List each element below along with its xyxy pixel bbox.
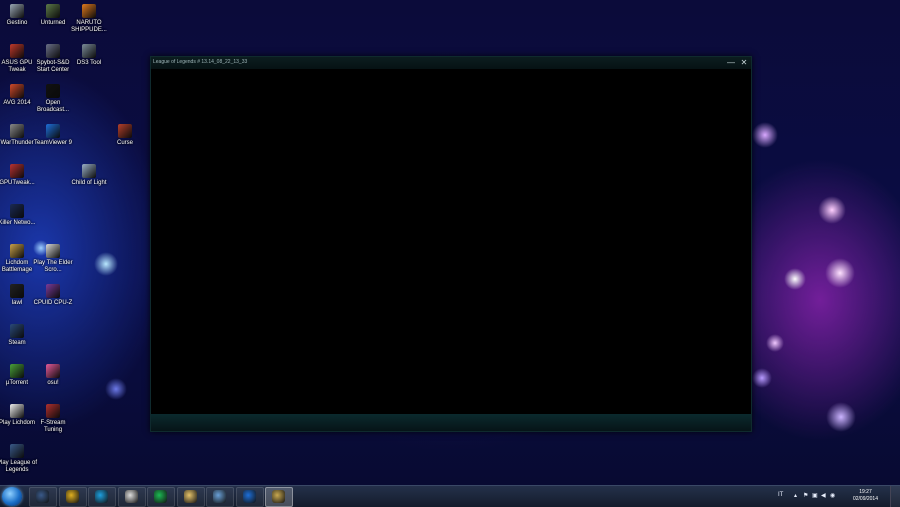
- show-desktop-button[interactable]: [890, 486, 900, 507]
- clock[interactable]: 19:27 02/09/2014: [853, 489, 878, 503]
- chrome-icon: [65, 490, 79, 503]
- network-icon[interactable]: ▣: [812, 492, 818, 499]
- bokeh-dot: [818, 196, 846, 224]
- desktop-icon-label: Steam: [8, 340, 26, 346]
- taskbar-button-obs[interactable]: [117, 487, 146, 507]
- file-explorer-icon: [183, 490, 197, 503]
- taskbar: IT ▴ ⚑ ▣ ◀ ◉ 19:27 02/09/2014: [0, 485, 900, 507]
- desktop-icon[interactable]: Steam: [0, 324, 38, 347]
- window-title: League of Legends # 13.14_08_22_13_33: [153, 59, 248, 65]
- close-button[interactable]: ✕: [739, 58, 749, 68]
- taskbar-button-remote-desktop[interactable]: [206, 487, 234, 507]
- language-indicator[interactable]: IT: [778, 492, 783, 498]
- taskbar-button-league-launcher[interactable]: [29, 487, 57, 507]
- bokeh-dot: [752, 122, 778, 148]
- league-of-legends-icon: [272, 490, 285, 503]
- date-label: 02/09/2014: [852, 496, 878, 502]
- window-content[interactable]: [151, 69, 751, 414]
- desktop-icon-label: Play The Elder Scro...: [33, 260, 73, 273]
- desktop-icon-label: Child of Light: [71, 180, 107, 186]
- desktop-icon[interactable]: NARUTO SHIPPUDE...: [68, 4, 110, 34]
- taskbar-button-skype[interactable]: [88, 487, 116, 507]
- app-icon: [10, 404, 24, 418]
- system-tray: IT ▴ ⚑ ▣ ◀ ◉ 19:27 02/09/2014: [770, 486, 900, 507]
- desktop-icon-label: CPUID CPU-Z: [33, 300, 73, 306]
- app-icon: [10, 84, 24, 98]
- app-icon: [46, 4, 60, 18]
- bokeh-dot: [752, 368, 772, 388]
- app-icon: [10, 324, 24, 338]
- league-of-legends-window[interactable]: League of Legends # 13.14_08_22_13_33 — …: [150, 56, 752, 432]
- desktop-icon-label: Play League of Legends: [0, 460, 38, 473]
- bokeh-dot: [94, 252, 118, 276]
- app-icon: [46, 364, 60, 378]
- app-icon: [10, 444, 24, 458]
- app-icon: [46, 404, 60, 418]
- desktop-icon-label: Killer Netwo...: [0, 220, 36, 226]
- bokeh-dot: [105, 378, 127, 400]
- desktop-icon[interactable]: DS3 Tool: [68, 44, 110, 67]
- desktop-icon[interactable]: TeamViewer 9: [32, 124, 74, 147]
- bokeh-dot: [766, 334, 784, 352]
- league-launcher-icon: [36, 490, 49, 503]
- bokeh-dot: [826, 402, 856, 432]
- bokeh-dot: [784, 268, 806, 290]
- desktop-icon-label: Curse: [116, 140, 133, 146]
- desktop-icon[interactable]: osu!: [32, 364, 74, 387]
- app-icon: [46, 44, 60, 58]
- desktop-icon[interactable]: Open Broadcast...: [32, 84, 74, 114]
- app-icon: [118, 124, 132, 138]
- desktop-icon-label: Open Broadcast...: [36, 100, 69, 113]
- desktop-icon[interactable]: GPUTweak...: [0, 164, 38, 187]
- start-button[interactable]: [2, 487, 22, 506]
- app-icon: [10, 164, 24, 178]
- bokeh-dot: [825, 258, 855, 288]
- taskbar-button-spotify[interactable]: [147, 487, 175, 507]
- desktop-icon-label: F-Stream Tuning: [40, 420, 66, 433]
- app-icon: [46, 284, 60, 298]
- app-icon: [82, 44, 96, 58]
- desktop-icon-label: DS3 Tool: [76, 60, 102, 66]
- taskbar-button-teamviewer[interactable]: [235, 487, 264, 507]
- taskbar-button-league-of-legends[interactable]: [265, 487, 293, 507]
- desktop-icon-label: TeamViewer 9: [34, 140, 72, 146]
- app-icon: [82, 4, 96, 18]
- app-icon: [10, 4, 24, 18]
- app-icon: [10, 244, 24, 258]
- spotify-icon: [154, 490, 167, 503]
- time-label: 19:27: [859, 489, 872, 495]
- clock-icon[interactable]: ◉: [830, 492, 835, 499]
- app-icon: [10, 124, 24, 138]
- arrow-up-icon[interactable]: ▴: [794, 492, 797, 499]
- remote-desktop-icon: [213, 490, 226, 503]
- app-icon: [10, 204, 24, 218]
- app-icon: [82, 164, 96, 178]
- desktop-icon[interactable]: Killer Netwo...: [0, 204, 38, 227]
- desktop-icon[interactable]: Play League of Legends: [0, 444, 38, 474]
- desktop-icon-label: GPUTweak...: [0, 180, 35, 186]
- minimize-button[interactable]: —: [726, 58, 736, 68]
- skype-icon: [95, 490, 108, 503]
- speaker-icon[interactable]: ◀: [821, 492, 826, 499]
- app-icon: [10, 284, 24, 298]
- desktop-icon-label: osu!: [47, 380, 59, 386]
- flag-icon[interactable]: ⚑: [803, 492, 808, 499]
- app-icon: [46, 244, 60, 258]
- window-titlebar[interactable]: League of Legends # 13.14_08_22_13_33 — …: [151, 57, 751, 69]
- app-icon: [10, 364, 24, 378]
- desktop-icon[interactable]: Curse: [104, 124, 146, 147]
- desktop-icon[interactable]: Play The Elder Scro...: [32, 244, 74, 274]
- window-footer: [151, 414, 751, 431]
- taskbar-button-chrome[interactable]: [58, 487, 87, 507]
- desktop-icon[interactable]: Child of Light: [68, 164, 110, 187]
- teamviewer-icon: [242, 490, 256, 503]
- app-icon: [10, 44, 24, 58]
- desktop-icon[interactable]: CPUID CPU-Z: [32, 284, 74, 307]
- app-icon: [46, 124, 60, 138]
- taskbar-button-file-explorer[interactable]: [176, 487, 205, 507]
- desktop-icon[interactable]: F-Stream Tuning: [32, 404, 74, 434]
- obs-icon: [124, 490, 138, 503]
- desktop-icon-label: NARUTO SHIPPUDE...: [71, 20, 107, 33]
- app-icon: [46, 84, 60, 98]
